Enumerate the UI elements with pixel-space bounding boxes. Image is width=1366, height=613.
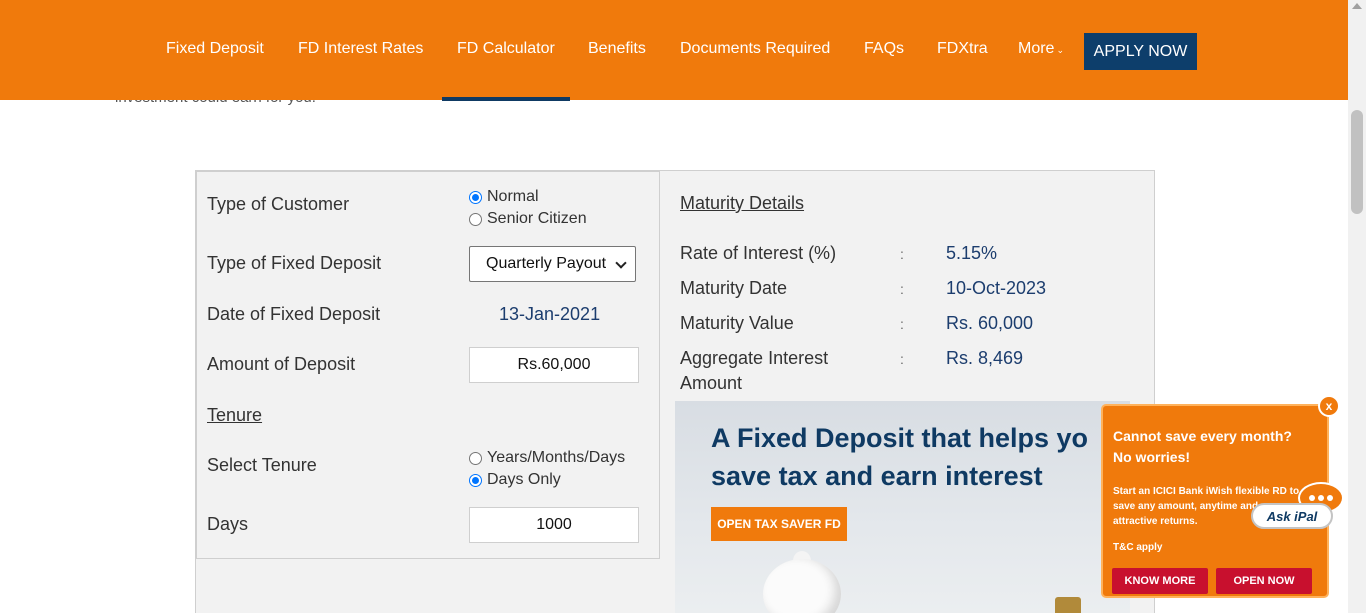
maturity-details-title: Maturity Details [680, 193, 805, 213]
days-input[interactable]: 1000 [469, 507, 639, 543]
radio-normal[interactable]: Normal [469, 188, 539, 206]
nav-faqs[interactable]: FAQs [864, 40, 904, 58]
radio-days-only-label: Days Only [487, 471, 561, 488]
radio-selected-icon[interactable] [469, 190, 482, 204]
nav-documents-required[interactable]: Documents Required [680, 40, 830, 58]
banner-headline-line1: A Fixed Deposit that helps yo [711, 423, 1089, 453]
colon-separator: : [900, 351, 904, 367]
deposit-amount-label: Amount of Deposit [207, 354, 356, 374]
nav-more[interactable]: More ⌄ [1018, 40, 1064, 58]
radio-normal-label: Normal [487, 188, 539, 205]
radio-selected-icon[interactable] [469, 473, 482, 487]
maturity-value-value: Rs. 60,000 [946, 313, 1034, 333]
open-now-button[interactable]: OPEN NOW [1216, 568, 1312, 594]
maturity-date-label: Maturity Date [680, 278, 788, 298]
deposit-date-value[interactable]: 13-Jan-2021 [499, 304, 600, 325]
scrollbar-thumb[interactable] [1351, 110, 1363, 214]
aggregate-interest-label: Aggregate Interest Amount [680, 348, 829, 393]
ipal-tc-text[interactable]: T&C apply [1113, 542, 1162, 553]
nav-fd-interest-rates[interactable]: FD Interest Rates [298, 40, 423, 58]
scroll-up-arrow-icon[interactable] [1352, 3, 1362, 9]
page-scrollbar[interactable] [1348, 0, 1366, 613]
ask-ipal-button[interactable]: Ask iPal [1251, 503, 1333, 529]
top-navigation: Fixed Deposit FD Interest Rates FD Calcu… [0, 0, 1348, 101]
aggregate-interest-value: Rs. 8,469 [946, 348, 1024, 368]
rate-of-interest-value: 5.15% [946, 243, 998, 263]
rate-of-interest-label: Rate of Interest (%) [680, 243, 837, 263]
fd-type-selected-value: Quarterly Payout [486, 255, 607, 272]
ipal-heading-line1: Cannot save every month? [1113, 428, 1292, 444]
close-icon[interactable]: x [1318, 395, 1340, 417]
piggy-bank-image [763, 559, 841, 613]
nav-benefits[interactable]: Benefits [588, 40, 646, 58]
radio-unselected-icon[interactable] [469, 451, 482, 465]
banner-headline-line2: save tax and earn interest [711, 461, 1043, 491]
apply-now-button[interactable]: APPLY NOW [1084, 33, 1197, 70]
maturity-date-value: 10-Oct-2023 [946, 278, 1047, 298]
tenure-heading: Tenure [207, 405, 263, 425]
nav-fixed-deposit[interactable]: Fixed Deposit [166, 40, 264, 58]
tax-saver-fd-banner[interactable]: A Fixed Deposit that helps yo save tax a… [675, 401, 1130, 613]
maturity-value-label: Maturity Value [680, 313, 794, 333]
ipal-heading-line2: No worries! [1113, 449, 1191, 465]
fd-type-label: Type of Fixed Deposit [207, 253, 382, 273]
coin-image [1055, 597, 1081, 613]
nav-fd-calculator[interactable]: FD Calculator [457, 40, 555, 58]
radio-unselected-icon[interactable] [469, 212, 482, 226]
days-label: Days [207, 514, 249, 534]
radio-years-months-days-label: Years/Months/Days [487, 449, 626, 466]
chevron-down-icon: ⌄ [1056, 45, 1064, 55]
deposit-amount-input[interactable]: Rs.60,000 [469, 347, 639, 383]
radio-senior-citizen-label: Senior Citizen [487, 210, 587, 227]
ipal-promo-popup: Cannot save every month? No worries! Sta… [1101, 404, 1329, 598]
know-more-button[interactable]: KNOW MORE [1112, 568, 1208, 594]
open-tax-saver-fd-button[interactable]: OPEN TAX SAVER FD [711, 507, 847, 541]
active-tab-indicator [442, 97, 570, 101]
colon-separator: : [900, 246, 904, 262]
nav-fdxtra[interactable]: FDXtra [937, 40, 988, 58]
radio-senior-citizen[interactable]: Senior Citizen [469, 210, 587, 228]
deposit-date-label: Date of Fixed Deposit [207, 304, 381, 324]
colon-separator: : [900, 316, 904, 332]
customer-type-label: Type of Customer [207, 194, 350, 214]
fd-type-select[interactable]: Quarterly Payout [469, 246, 636, 282]
radio-days-only[interactable]: Days Only [469, 471, 561, 489]
colon-separator: : [900, 281, 904, 297]
chevron-down-icon [615, 257, 627, 269]
nav-more-label: More [1018, 40, 1055, 57]
select-tenure-label: Select Tenure [207, 455, 317, 475]
radio-years-months-days[interactable]: Years/Months/Days [469, 449, 625, 467]
